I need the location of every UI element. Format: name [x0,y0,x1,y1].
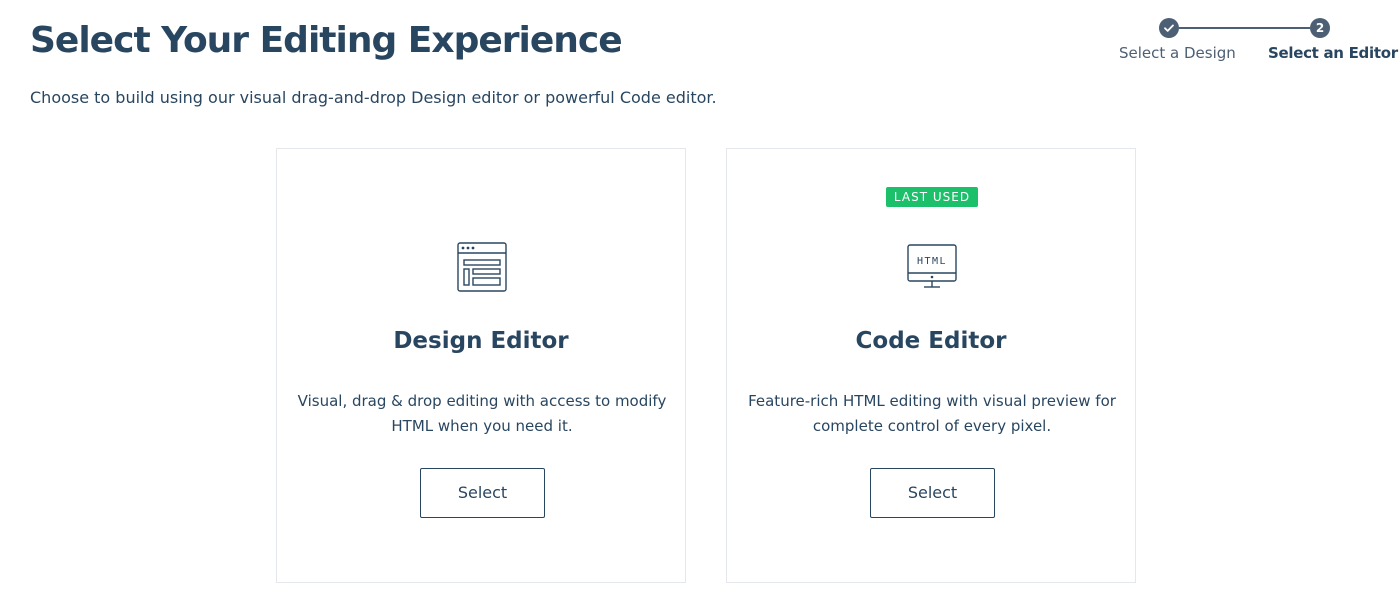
last-used-badge: LAST USED [886,187,978,207]
code-editor-description: Feature-rich HTML editing with visual pr… [748,392,1116,435]
step-1-label[interactable]: Select a Design [1119,43,1236,63]
design-editor-description: Visual, drag & drop editing with access … [297,392,667,435]
design-editor-title: Design Editor [393,328,569,354]
step-2-label: Select an Editor [1268,44,1398,62]
html-monitor-icon: HTML [897,239,967,295]
stepper-connector [1179,27,1310,29]
code-editor-card: LAST USED HTML Code Editor Feature-rich … [726,148,1136,583]
html-icon-text: HTML [917,256,947,267]
check-icon [1164,24,1174,32]
design-editor-card: Design Editor Visual, drag & drop editin… [276,148,686,583]
browser-layout-icon [447,239,517,295]
page-subtitle: Choose to build using our visual drag-an… [30,88,717,107]
step-1-completed-indicator [1159,18,1179,38]
progress-stepper: 2 Select a Design Select an Editor [0,0,1400,70]
step-2-current-indicator: 2 [1310,18,1330,38]
select-code-editor-button[interactable]: Select [870,468,995,518]
code-editor-title: Code Editor [855,328,1007,354]
editor-selection-page: Select Your Editing Experience Choose to… [0,0,1400,603]
select-design-editor-button[interactable]: Select [420,468,545,518]
